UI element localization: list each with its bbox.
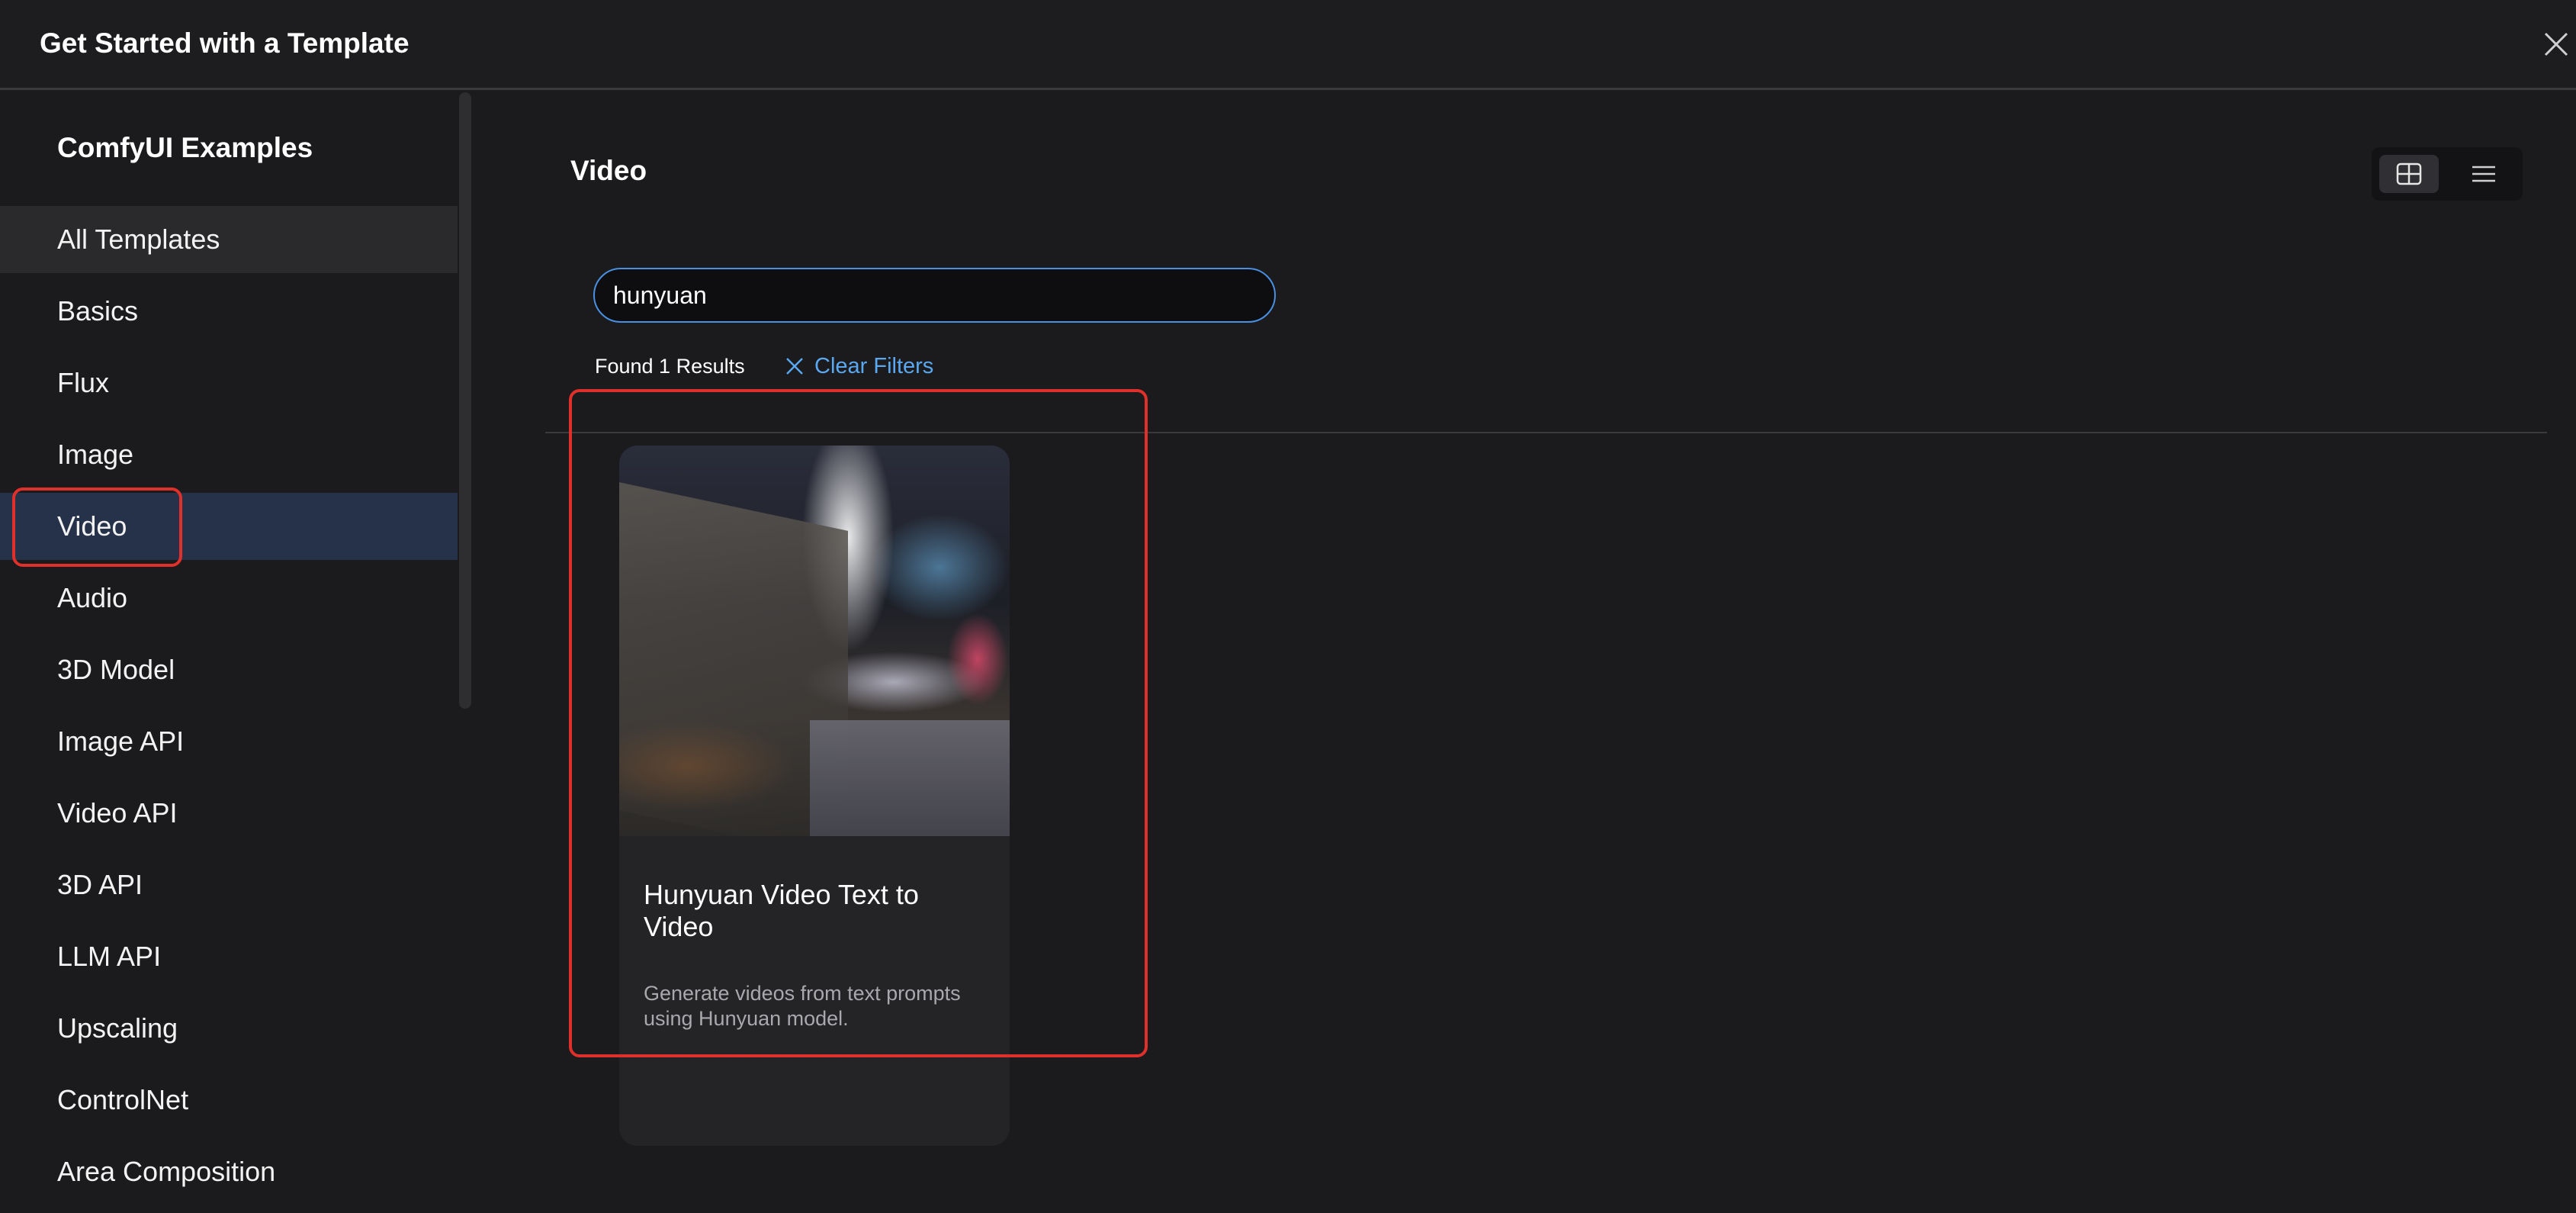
close-icon	[2544, 32, 2568, 56]
main-content: Video Found 1 Results Clear Filters	[473, 92, 2576, 1213]
results-count: Found 1 Results	[595, 355, 745, 378]
sidebar-item-label: All Templates	[57, 224, 220, 255]
template-title: Hunyuan Video Text to Video	[644, 879, 919, 942]
sidebar-item-video[interactable]: Video	[0, 493, 458, 560]
grid-view-button[interactable]	[2379, 155, 2439, 193]
sidebar-item-all-templates[interactable]: All Templates	[0, 206, 458, 273]
sidebar-item-audio[interactable]: Audio	[0, 565, 458, 632]
grid-icon	[2396, 162, 2422, 185]
sidebar-item-label: Video API	[57, 797, 178, 829]
clear-filters-label: Clear Filters	[814, 353, 934, 378]
sidebar-item-label: 3D API	[57, 869, 143, 900]
view-toggle	[2372, 147, 2523, 201]
dialog-header: Get Started with a Template	[0, 0, 2576, 90]
sidebar-item-label: Audio	[57, 582, 128, 613]
template-thumbnail	[619, 446, 1010, 836]
sidebar-item-flux[interactable]: Flux	[0, 349, 458, 417]
sidebar-item-3d-api[interactable]: 3D API	[0, 851, 458, 919]
sidebar: ComfyUI Examples All Templates Basics Fl…	[0, 92, 473, 1213]
sidebar-item-image[interactable]: Image	[0, 421, 458, 488]
sidebar-item-label: Basics	[57, 295, 139, 327]
sidebar-item-image-api[interactable]: Image API	[0, 708, 458, 775]
template-description: Generate videos from text prompts using …	[644, 982, 961, 1030]
sidebar-item-label: Video	[57, 510, 127, 542]
sidebar-item-label: LLM API	[57, 941, 162, 972]
sidebar-item-upscaling[interactable]: Upscaling	[0, 995, 458, 1062]
sidebar-item-label: Image API	[57, 726, 185, 757]
sidebar-item-3d-model[interactable]: 3D Model	[0, 636, 458, 703]
search-input[interactable]	[593, 268, 1276, 323]
sidebar-title: ComfyUI Examples	[57, 132, 313, 163]
section-title: Video	[570, 155, 647, 186]
close-icon	[786, 358, 803, 375]
sidebar-item-controlnet[interactable]: ControlNet	[0, 1067, 458, 1134]
list-view-button[interactable]	[2454, 155, 2513, 193]
template-card[interactable]: Hunyuan Video Text to Video Generate vid…	[619, 446, 1010, 1146]
dialog-title: Get Started with a Template	[40, 27, 410, 59]
sidebar-item-label: ControlNet	[57, 1084, 189, 1115]
sidebar-item-llm-api[interactable]: LLM API	[0, 923, 458, 990]
sidebar-item-video-api[interactable]: Video API	[0, 780, 458, 847]
list-icon	[2472, 166, 2495, 182]
sidebar-item-basics[interactable]: Basics	[0, 278, 458, 345]
clear-filters-button[interactable]: Clear Filters	[784, 352, 933, 380]
sidebar-item-label: Flux	[57, 367, 110, 398]
sidebar-scrollbar[interactable]	[459, 92, 471, 709]
sidebar-item-label: 3D Model	[57, 654, 175, 685]
sidebar-item-label: Upscaling	[57, 1012, 178, 1044]
sidebar-item-label: Area Composition	[57, 1156, 276, 1187]
sidebar-item-label: Image	[57, 439, 134, 470]
sidebar-item-area-composition[interactable]: Area Composition	[0, 1138, 458, 1205]
results-divider	[545, 432, 2547, 433]
close-button[interactable]	[2541, 29, 2571, 60]
